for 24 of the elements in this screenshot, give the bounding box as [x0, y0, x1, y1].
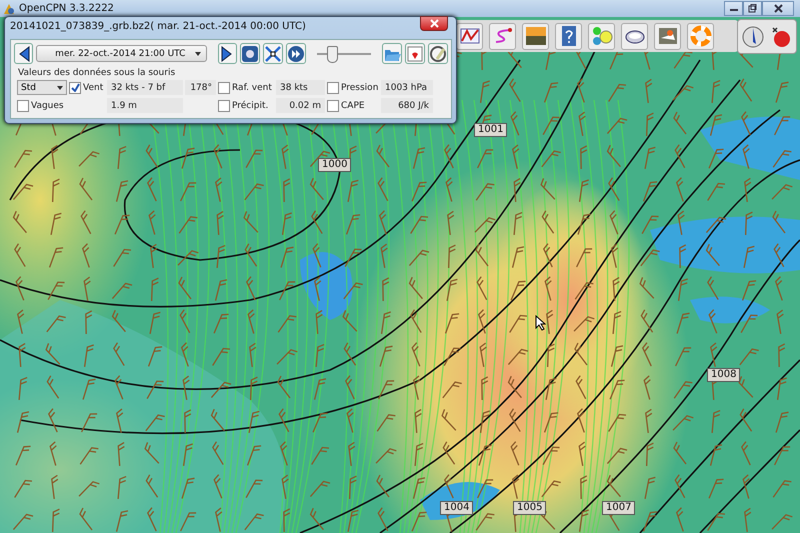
checkbox[interactable]: CAPE — [327, 98, 379, 113]
value-field: 38 kts — [276, 80, 325, 95]
time-dropdown[interactable]: mer. 22-oct.-2014 21:00 UTC — [36, 45, 207, 62]
value-field: 680 J/k — [381, 98, 433, 113]
value-field: 1003 hPa — [381, 80, 433, 95]
mode-dropdown[interactable]: Std — [17, 80, 67, 95]
checkbox[interactable]: Vagues — [17, 98, 67, 113]
checkbox[interactable]: Raf. vent — [218, 80, 274, 95]
value-field: 32 kts - 7 bf — [107, 80, 183, 95]
isobar-label: 1008 — [707, 368, 740, 382]
isobar-label: 1001 — [474, 123, 508, 137]
isobar-label: 1000 — [318, 158, 352, 172]
checkbox[interactable]: Vent — [69, 80, 105, 95]
isobar-label: 1005 — [513, 501, 546, 515]
isobar-label: 1004 — [440, 501, 474, 515]
value-field: 1.9 m — [107, 98, 183, 113]
checkbox[interactable]: Pression — [327, 80, 379, 95]
dialog-title: 20141021_073839_.grb.bz2( mar. 21-oct.-2014 00:00 UTC) — [10, 21, 306, 32]
window-title: OpenCPN 3.3.2222 — [19, 3, 114, 14]
section-label: Valeurs des données sous la souris — [18, 68, 176, 78]
value-field: 0.02 m — [276, 98, 325, 113]
checkbox[interactable]: Précipit. — [218, 98, 274, 113]
isobar-label: 1007 — [602, 501, 636, 515]
value-field: 178° — [185, 80, 216, 95]
